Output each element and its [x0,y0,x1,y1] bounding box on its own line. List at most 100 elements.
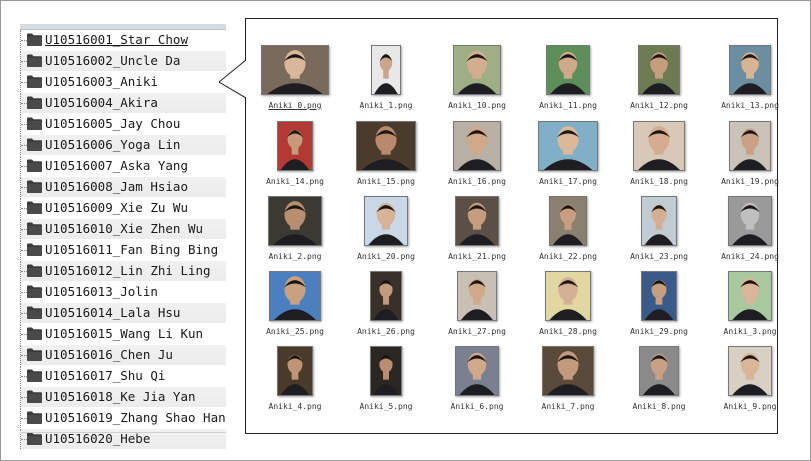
file-thumbnail-item[interactable]: Aniki_18.png [615,121,703,195]
file-name-label: Aniki_0.png [268,101,322,110]
file-thumbnail-item[interactable]: Aniki_27.png [433,271,521,345]
image-thumbnail [633,121,685,171]
tree-item-folder[interactable]: U10516012_Lin Zhi Ling [20,261,226,282]
folder-icon [27,222,42,235]
tree-item-label: U10516003_Aniki [45,74,158,89]
folder-icon [27,348,42,361]
file-thumbnail-item[interactable]: Aniki_17.png [524,121,612,195]
file-name-label: Aniki_11.png [539,101,597,110]
image-thumbnail [542,346,594,396]
file-name-label: Aniki_18.png [630,177,688,186]
file-name-label: Aniki_8.png [632,402,686,411]
tree-item-folder[interactable]: U10516017_Shu Qi [20,366,226,387]
file-thumbnail-item[interactable]: Aniki_25.png [251,271,339,345]
file-thumbnail-item[interactable]: Aniki_1.png [342,45,430,119]
file-name-label: Aniki_20.png [357,252,415,261]
tree-item-label: U10516004_Akira [45,95,158,110]
file-thumbnail-item[interactable]: Aniki_21.png [433,196,521,270]
tree-item-folder[interactable]: U10516011_Fan Bing Bing [20,240,226,261]
tree-item-folder[interactable]: U10516015_Wang Li Kun [20,324,226,345]
tree-item-folder[interactable]: U10516002_Uncle Da [20,51,226,72]
image-thumbnail [455,196,499,246]
file-thumbnail-item[interactable]: Aniki_4.png [251,346,339,420]
file-thumbnail-item[interactable]: Aniki_13.png [706,45,794,119]
folder-icon [27,201,42,214]
tree-item-folder[interactable]: U10516008_Jam Hsiao [20,177,226,198]
file-thumbnail-item[interactable]: Aniki_24.png [706,196,794,270]
tree-item-folder[interactable]: U10516003_Aniki [20,72,226,93]
file-thumbnail-item[interactable]: Aniki_23.png [615,196,703,270]
tree-item-folder[interactable]: U10516018_Ke Jia Yan [20,387,226,408]
image-thumbnail [538,121,598,171]
file-thumbnail-item[interactable]: Aniki_22.png [524,196,612,270]
file-name-label: Aniki_17.png [539,177,597,186]
file-name-label: Aniki_7.png [541,402,595,411]
tree-item-label: U10516018_Ke Jia Yan [45,389,196,404]
tree-item-folder[interactable]: U10516010_Xie Zhen Wu [20,219,226,240]
file-name-label: Aniki_16.png [448,177,506,186]
file-preview-panel: Aniki_0.png Aniki_1.png Aniki_10.png Aniki_… [245,18,779,434]
tree-item-folder[interactable]: U10516019_Zhang Shao Han [20,408,226,429]
file-thumbnail-item[interactable]: Aniki_11.png [524,45,612,119]
file-thumbnail-item[interactable]: Aniki_10.png [433,45,521,119]
file-name-label: Aniki_27.png [448,327,506,336]
file-name-label: Aniki_13.png [721,101,779,110]
tree-item-label: U10516015_Wang Li Kun [45,326,204,341]
tree-item-folder[interactable]: U10516006_Yoga Lin [20,135,226,156]
file-thumbnail-item[interactable]: Aniki_3.png [706,271,794,345]
file-name-label: Aniki_3.png [723,327,777,336]
image-thumbnail [641,271,677,321]
file-thumbnail-item[interactable]: Aniki_19.png [706,121,794,195]
tree-item-folder[interactable]: U10516009_Xie Zu Wu [20,198,226,219]
image-thumbnail [370,346,402,396]
tree-item-folder[interactable]: U10516016_Chen Ju [20,345,226,366]
file-thumbnail-item[interactable]: Aniki_5.png [342,346,430,420]
image-thumbnail [268,196,322,246]
file-name-label: Aniki_15.png [357,177,415,186]
file-thumbnail-item[interactable]: Aniki_20.png [342,196,430,270]
image-thumbnail [729,45,771,95]
folder-icon [27,264,42,277]
file-thumbnail-item[interactable]: Aniki_7.png [524,346,612,420]
callout-joint [245,61,247,97]
file-thumbnail-item[interactable]: Aniki_29.png [615,271,703,345]
file-thumbnail-item[interactable]: Aniki_14.png [251,121,339,195]
tree-item-folder[interactable]: U10516004_Akira [20,93,226,114]
file-thumbnail-item[interactable]: Aniki_6.png [433,346,521,420]
file-name-label: Aniki_29.png [630,327,688,336]
file-name-label: Aniki_6.png [450,402,504,411]
file-name-label: Aniki_4.png [268,402,322,411]
file-name-label: Aniki_14.png [266,177,324,186]
file-name-label: Aniki_26.png [357,327,415,336]
image-thumbnail [729,121,771,171]
image-thumbnail [549,196,587,246]
folder-tree[interactable]: U10516001_Star Chow U10516002_Uncle Da U10… [20,30,226,450]
image-thumbnail [261,45,329,95]
tree-item-folder[interactable]: U10516005_Jay Chou [20,114,226,135]
file-thumbnail-item[interactable]: Aniki_28.png [524,271,612,345]
tree-item-label: U10516009_Xie Zu Wu [45,200,188,215]
file-thumbnail-item[interactable]: Aniki_16.png [433,121,521,195]
image-thumbnail [639,346,679,396]
file-thumbnail-item[interactable]: Aniki_15.png [342,121,430,195]
tree-item-folder[interactable]: U10516014_Lala Hsu [20,303,226,324]
tree-item-folder[interactable]: U10516001_Star Chow [20,30,226,51]
image-thumbnail [277,346,313,396]
tree-item-label: U10516019_Zhang Shao Han [45,410,226,425]
file-thumbnail-item[interactable]: Aniki_26.png [342,271,430,345]
folder-icon [27,159,42,172]
tree-item-label: U10516020_Hebe [45,431,151,446]
image-thumbnail [728,271,772,321]
folder-icon [27,180,42,193]
file-name-label: Aniki_22.png [539,252,597,261]
file-thumbnail-item[interactable]: Aniki_8.png [615,346,703,420]
tree-item-folder[interactable]: U10516013_Jolin [20,282,226,303]
image-thumbnail [371,45,401,95]
image-thumbnail [546,45,590,95]
file-thumbnail-item[interactable]: Aniki_0.png [251,45,339,119]
tree-item-folder[interactable]: U10516007_Aska Yang [20,156,226,177]
file-thumbnail-item[interactable]: Aniki_9.png [706,346,794,420]
file-thumbnail-item[interactable]: Aniki_12.png [615,45,703,119]
file-thumbnail-item[interactable]: Aniki_2.png [251,196,339,270]
file-name-label: Aniki_2.png [268,252,322,261]
